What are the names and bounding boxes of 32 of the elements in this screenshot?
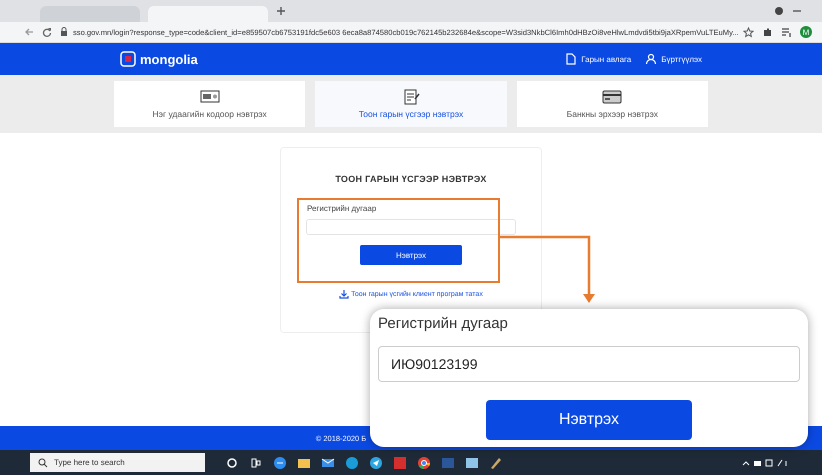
login-method-tab[interactable]: Тоон гарын үсгээр нэвтрэх [315,81,507,127]
telegram-icon[interactable] [369,456,383,470]
taskbar-search-field[interactable]: Type here to search [30,453,205,472]
header-link[interactable]: Бүртгүүлэх [645,53,702,65]
input-field[interactable]: ИЮ90123199 [378,346,800,382]
back-icon[interactable] [24,27,34,37]
new-tab-icon[interactable] [276,6,286,16]
input-field[interactable] [306,219,516,235]
document-icon [565,53,578,65]
star-icon[interactable] [743,26,754,38]
bank-card-icon [602,89,622,105]
reload-icon[interactable] [42,27,52,37]
login-button[interactable]: Нэвтрэх [486,400,692,440]
lock-icon [60,27,68,37]
task-view-icon[interactable] [249,456,263,470]
chrome-icon[interactable] [417,456,431,470]
field-label: Регистрийн дугаар [307,204,376,213]
logo-icon [120,51,136,67]
login-method-tab[interactable]: Нэг удаагийн кодоор нэвтрэх [114,81,306,127]
profile-avatar[interactable]: M [800,26,812,38]
user-icon [645,53,658,65]
login-method-tab[interactable]: Банкны эрхээр нэвтрэх [516,81,708,127]
field-label: Регистрийн дугаар [378,315,509,332]
download-icon [339,289,350,299]
header-link[interactable]: Гарын авлага [565,53,632,65]
logo-text: mongolia [140,52,198,66]
login-button[interactable]: Нэвтрэх [360,245,462,265]
card-title: ТООН ГАРЫН ҮСГЭЭР НЭВТРЭХ [335,174,487,184]
card-reader-icon [200,89,220,105]
playlist-icon[interactable] [781,26,792,38]
search-icon [38,458,48,468]
mail-icon[interactable] [321,456,335,470]
